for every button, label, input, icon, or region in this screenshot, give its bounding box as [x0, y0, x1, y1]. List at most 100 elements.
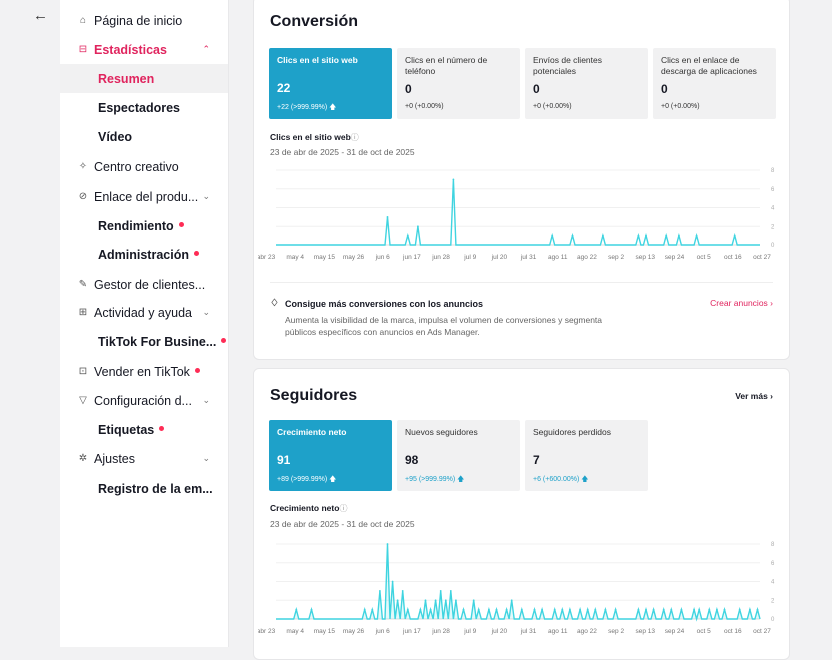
x-tick-label: jun 17 [402, 254, 421, 261]
chart-label: Clics en el sitio webⓘ [270, 132, 359, 143]
grid-icon: ⊞ [78, 307, 88, 318]
info-icon[interactable]: ⓘ [351, 133, 359, 142]
data-point [444, 599, 447, 602]
sidebar-item-activity-help[interactable]: ⊞ Actividad y ayuda ⌄ [60, 298, 228, 327]
data-point [645, 234, 647, 237]
sidebar-item-administration[interactable]: Administración [60, 240, 228, 269]
x-tick-label: oct 16 [724, 254, 742, 261]
sidebar-item-statistics[interactable]: ⊟ Estadísticas ⌃ [60, 35, 228, 64]
x-tick-label: may 26 [343, 628, 365, 635]
sidebar-item-label: Espectadores [98, 100, 180, 115]
data-point [571, 234, 574, 237]
sidebar-item-label: Estadísticas [94, 42, 167, 57]
x-tick-label: jul 31 [520, 254, 537, 261]
data-point [716, 608, 718, 611]
metric-value: 0 [533, 82, 540, 96]
y-tick-label: 0 [771, 617, 775, 623]
metric-value: 91 [277, 453, 291, 467]
data-point [379, 590, 381, 592]
metric-change: +89 (>999.99%) 🡅 [277, 476, 337, 483]
sidebar-item-company-registry[interactable]: Registro de la em... [60, 474, 228, 503]
sidebar-item-configuration[interactable]: ▽ Configuración d... ⌄ [60, 386, 228, 415]
data-point [749, 608, 751, 611]
x-tick-label: sep 24 [665, 628, 685, 635]
chevron-down-icon: ⌄ [202, 191, 210, 201]
data-point [419, 608, 422, 611]
data-point [551, 234, 554, 237]
x-tick-label: sep 2 [608, 628, 624, 635]
sidebar-item-label: Configuración d... [94, 393, 192, 408]
sidebar-item-label: Página de inicio [94, 13, 183, 28]
data-point [401, 590, 404, 592]
data-point [371, 608, 374, 611]
sidebar-item-label: Administración [98, 247, 189, 262]
data-point [386, 216, 389, 218]
x-tick-label: ago 22 [577, 628, 597, 635]
data-point [602, 234, 604, 237]
data-point [723, 608, 726, 611]
data-point [396, 599, 399, 602]
create-ads-link[interactable]: Crear anuncios › [710, 298, 773, 308]
data-point [295, 608, 298, 611]
edit-icon: ✎ [78, 279, 88, 290]
sidebar-item-tags[interactable]: Etiquetas [60, 415, 228, 444]
data-point [756, 608, 759, 611]
chevron-up-icon: ⌃ [202, 44, 210, 54]
sidebar-item-label: Centro creativo [94, 159, 179, 174]
data-point [733, 234, 736, 237]
metric-value: 98 [405, 453, 419, 467]
back-arrow-icon[interactable]: ← [33, 7, 48, 24]
metric-tile-net-growth[interactable]: Crecimiento neto 91 +89 (>999.99%) 🡅 [269, 420, 392, 491]
metric-tile-lost-followers[interactable]: Seguidores perdidos 7 +6 (+600.00%) 🡅 [525, 420, 648, 491]
metric-tile-lead-submissions[interactable]: Envíos de clientes potenciales 0 +0 (+0.… [525, 48, 648, 119]
sidebar-item-viewers[interactable]: Espectadores [60, 93, 228, 122]
data-point [310, 608, 313, 611]
info-icon[interactable]: ⓘ [339, 504, 347, 513]
metric-change: +6 (+600.00%) 🡅 [533, 476, 589, 483]
metric-tile-new-followers[interactable]: Nuevos seguidores 98 +95 (>999.99%) 🡅 [397, 420, 520, 491]
filter-icon: ▽ [79, 395, 87, 406]
promo-title: ♢ Consigue más conversiones con los anunc… [270, 298, 483, 309]
x-tick-label: sep 13 [636, 628, 656, 635]
sidebar-item-summary[interactable]: Resumen [60, 64, 228, 93]
chart-label-text: Crecimiento neto [270, 503, 340, 513]
data-point [569, 608, 571, 611]
metric-label: Seguidores perdidos [533, 427, 611, 437]
sidebar-item-sell-on-tiktok[interactable]: ⊡ Vender en TikTok [60, 357, 228, 386]
gear-icon: ✲ [78, 453, 88, 464]
sidebar-item-product-link[interactable]: ⊘ Enlace del produ... ⌄ [60, 182, 228, 211]
x-tick-label: abr 23 [258, 628, 276, 635]
data-point [439, 590, 442, 592]
metric-tile-app-download-clicks[interactable]: Clics en el enlace de descarga de aplica… [653, 48, 776, 119]
sidebar-item-video[interactable]: Vídeo [60, 122, 228, 151]
metric-value: 22 [277, 81, 291, 95]
notification-dot [194, 251, 199, 256]
data-point [406, 234, 409, 237]
metric-change: +0 (+0.00%) [533, 103, 572, 110]
see-more-link[interactable]: Ver más › [735, 391, 773, 401]
x-tick-label: abr 23 [258, 254, 276, 261]
sidebar-item-client-manager[interactable]: ✎ Gestor de clientes... [60, 270, 228, 299]
data-point [455, 599, 457, 602]
data-point [645, 608, 647, 611]
sidebar-item-settings[interactable]: ✲ Ajustes ⌄ [60, 444, 228, 473]
data-point [477, 608, 480, 611]
sidebar-item-creative-center[interactable]: ✧ Centro creativo [60, 152, 228, 181]
sidebar-item-label: Ajustes [94, 451, 135, 466]
net-growth-chart: 0 2 4 6 8 abr 23 may 4 may 15 may 26 jun 6 jun 17 j… [258, 542, 775, 635]
metric-tile-phone-clicks[interactable]: Clics en el número de teléfono 0 +0 (+0.… [397, 48, 520, 119]
data-point [417, 225, 419, 228]
data-point [579, 608, 581, 611]
data-point [520, 608, 523, 611]
notification-dot [178, 222, 184, 227]
sidebar-item-home[interactable]: ⌂ Página de inicio [60, 6, 228, 35]
y-tick-label: 4 [771, 580, 775, 586]
sidebar-item-tiktok-business[interactable]: TikTok For Busine... [60, 327, 228, 356]
metric-label: Crecimiento neto [277, 427, 347, 437]
date-range: 23 de abr de 2025 - 31 de oct de 2025 [270, 147, 415, 157]
y-tick-label: 8 [771, 542, 775, 548]
chevron-down-icon: ⌄ [202, 395, 210, 405]
x-tick-label: ago 11 [548, 254, 568, 261]
metric-tile-website-clicks[interactable]: Clics en el sitio web 22 +22 (>999.99%) … [269, 48, 392, 119]
sidebar-item-performance[interactable]: Rendimiento [60, 211, 228, 240]
